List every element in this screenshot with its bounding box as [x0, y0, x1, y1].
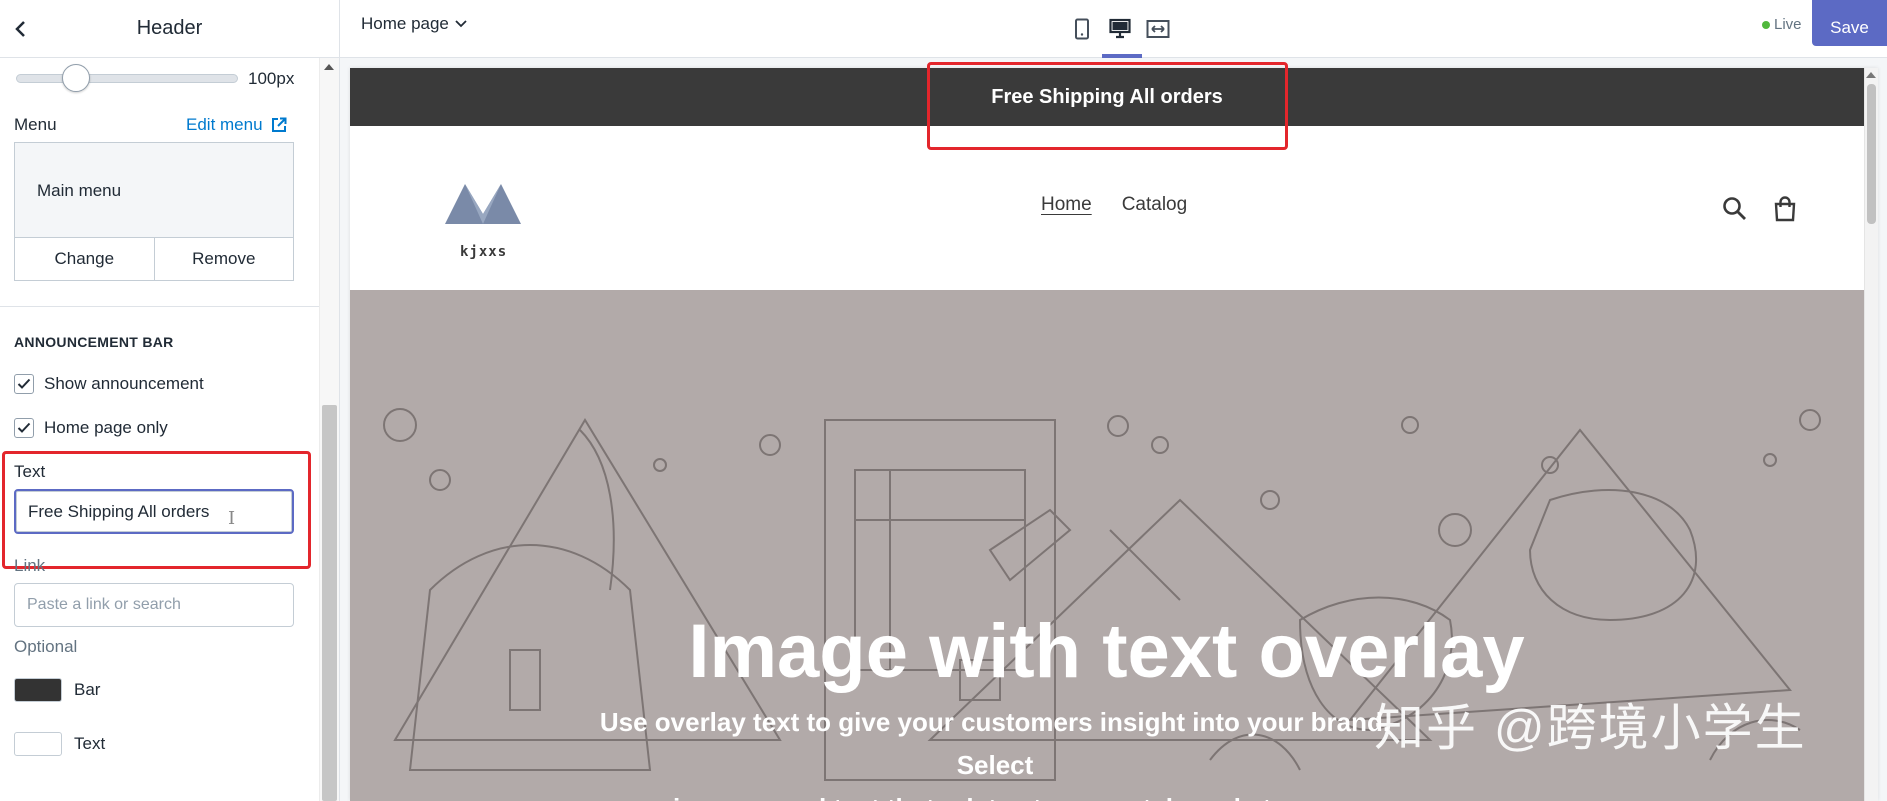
hero-subtitle-line-1: Use overlay text to give your customers …	[599, 707, 1391, 780]
page-selector[interactable]: Home page	[361, 14, 467, 34]
selected-menu-box: Main menu	[14, 142, 294, 237]
slider-value: 100px	[248, 69, 295, 88]
external-link-icon	[271, 117, 287, 132]
edit-menu-label: Edit menu	[186, 115, 263, 134]
back-icon[interactable]	[6, 14, 36, 44]
fullscreen-view-button[interactable]	[1140, 10, 1176, 48]
link-field-label: Link	[14, 556, 46, 575]
text-color-label: Text	[74, 734, 106, 753]
expand-horizontal-icon	[1146, 20, 1170, 38]
logo-width-slider[interactable]: 100px	[14, 60, 304, 96]
announcement-bar-heading: ANNOUNCEMENT BAR	[14, 334, 174, 350]
bar-color-picker[interactable]: Bar	[14, 678, 100, 702]
menu-label: Menu	[14, 115, 57, 134]
live-dot-icon	[1762, 20, 1770, 29]
page-selector-label: Home page	[361, 14, 449, 33]
text-color-picker[interactable]: Text	[14, 732, 105, 756]
nav-catalog-link[interactable]: Catalog	[1122, 194, 1188, 216]
hero-title: Image with text overlay	[688, 609, 1525, 694]
slider-track[interactable]	[16, 74, 238, 83]
preview-scrollbar[interactable]	[1864, 68, 1878, 801]
sidebar-title: Header	[136, 17, 203, 39]
optional-label: Optional	[14, 637, 78, 656]
theme-editor-sidebar: Header 100px Menu Edit menu Main menu Ch…	[0, 0, 340, 801]
hero-subtitle: Use overlay text to give your customers …	[570, 701, 1420, 801]
change-menu-button[interactable]: Change	[15, 238, 154, 280]
store-logo-icon[interactable]	[443, 168, 523, 248]
checkbox-checked-icon[interactable]	[14, 418, 34, 438]
cart-bag-icon[interactable]	[1771, 195, 1799, 223]
edit-menu-link[interactable]: Edit menu	[186, 115, 287, 135]
home-page-only-checkbox[interactable]: Home page only	[14, 418, 168, 438]
save-button[interactable]: Save	[1812, 0, 1887, 46]
section-divider	[0, 306, 320, 307]
annotation-highlight-text-field	[2, 451, 311, 569]
checkbox-checked-icon[interactable]	[14, 374, 34, 394]
home-page-only-label: Home page only	[44, 418, 168, 437]
show-announcement-checkbox[interactable]: Show announcement	[14, 374, 204, 394]
selected-menu-name: Main menu	[37, 181, 122, 200]
scroll-up-arrow-icon[interactable]	[1866, 72, 1876, 78]
store-logo-text: kjxxs	[460, 244, 508, 260]
sidebar-header: Header	[0, 0, 339, 58]
show-announcement-label: Show announcement	[44, 374, 204, 393]
editor-topbar: Home page Live Save	[340, 0, 1887, 58]
text-color-swatch[interactable]	[14, 732, 62, 756]
live-label: Live	[1774, 16, 1802, 33]
link-input[interactable]: Paste a link or search	[14, 583, 294, 627]
scroll-up-arrow-icon[interactable]	[324, 64, 334, 70]
slider-thumb[interactable]	[62, 64, 90, 92]
store-nav: Home Catalog	[1041, 194, 1187, 216]
nav-home-link[interactable]: Home	[1041, 194, 1092, 216]
menu-actions: Change Remove	[14, 237, 294, 281]
bar-color-label: Bar	[74, 680, 101, 699]
search-icon[interactable]	[1721, 195, 1749, 223]
mobile-icon	[1075, 18, 1089, 40]
hero-subtitle-line-2: imagery and text that relates to your st…	[570, 787, 1420, 801]
bar-color-swatch[interactable]	[14, 678, 62, 702]
annotation-highlight-announcement	[927, 62, 1288, 150]
desktop-view-button[interactable]	[1102, 10, 1142, 58]
desktop-icon	[1109, 18, 1131, 39]
mobile-view-button[interactable]	[1064, 10, 1100, 48]
sidebar-scrollbar-thumb[interactable]	[322, 405, 337, 801]
preview-scrollbar-thumb[interactable]	[1867, 84, 1876, 224]
remove-menu-button[interactable]: Remove	[153, 238, 294, 280]
chevron-down-icon	[455, 20, 467, 28]
live-status: Live	[1762, 16, 1802, 33]
watermark-text: 知乎 @跨境小学生	[1374, 700, 1807, 756]
